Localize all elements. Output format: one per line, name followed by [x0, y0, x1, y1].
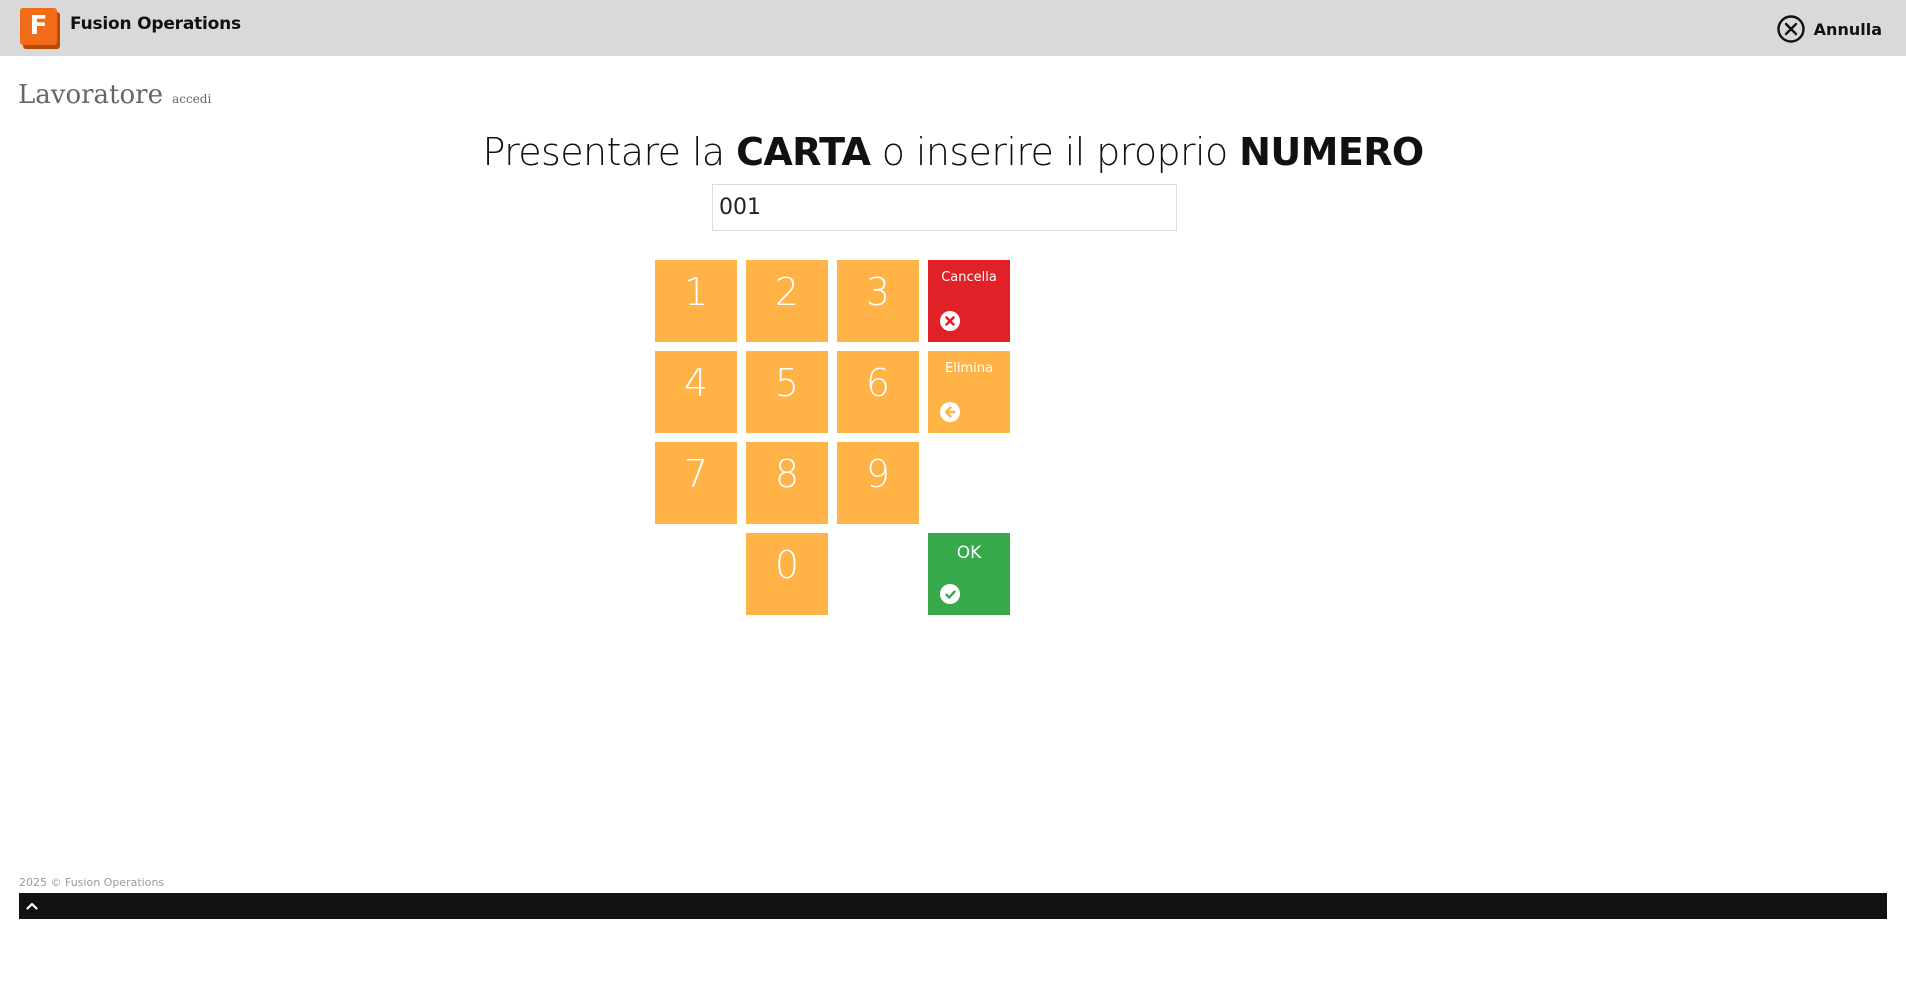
app-logo: F — [20, 8, 60, 49]
page-subtitle: accedi — [172, 92, 212, 106]
copyright-text: 2025 © Fusion Operations — [19, 876, 165, 889]
key-7[interactable]: 7 — [655, 442, 737, 524]
prompt-part-2: o inserire il proprio — [870, 130, 1240, 174]
ok-button[interactable]: OK — [928, 533, 1010, 615]
key-8[interactable]: 8 — [746, 442, 828, 524]
x-circle-icon — [940, 311, 960, 331]
check-circle-icon — [940, 584, 960, 604]
page-title: Lavoratore — [18, 80, 163, 110]
prompt-number: NUMERO — [1239, 130, 1424, 174]
ok-label: OK — [956, 543, 982, 563]
prompt-part-1: Presentare la — [482, 130, 737, 174]
instruction-text: Presentare la CARTA o inserire il propri… — [0, 130, 1906, 174]
top-bar: F Fusion Operations Annulla — [0, 0, 1906, 56]
key-3[interactable]: 3 — [837, 260, 919, 342]
app-title: Fusion Operations — [70, 14, 241, 34]
elimina-button[interactable]: Elimina — [928, 351, 1010, 433]
key-6[interactable]: 6 — [837, 351, 919, 433]
key-5[interactable]: 5 — [746, 351, 828, 433]
cancella-button[interactable]: Cancella — [928, 260, 1010, 342]
cancella-label: Cancella — [941, 270, 997, 285]
close-circle-icon — [1776, 15, 1805, 43]
key-4[interactable]: 4 — [655, 351, 737, 433]
bottom-bar — [19, 893, 1887, 919]
chevron-up-icon[interactable] — [25, 899, 39, 913]
annulla-button[interactable]: Annulla — [1776, 13, 1882, 45]
page-heading: Lavoratore accedi — [18, 80, 211, 110]
arrow-left-circle-icon — [940, 402, 960, 422]
key-9[interactable]: 9 — [837, 442, 919, 524]
elimina-label: Elimina — [945, 361, 993, 376]
prompt-card: CARTA — [736, 130, 871, 174]
annulla-label: Annulla — [1813, 19, 1882, 39]
key-1[interactable]: 1 — [655, 260, 737, 342]
key-0[interactable]: 0 — [746, 533, 828, 615]
key-2[interactable]: 2 — [746, 260, 828, 342]
worker-number-input[interactable] — [712, 184, 1177, 231]
